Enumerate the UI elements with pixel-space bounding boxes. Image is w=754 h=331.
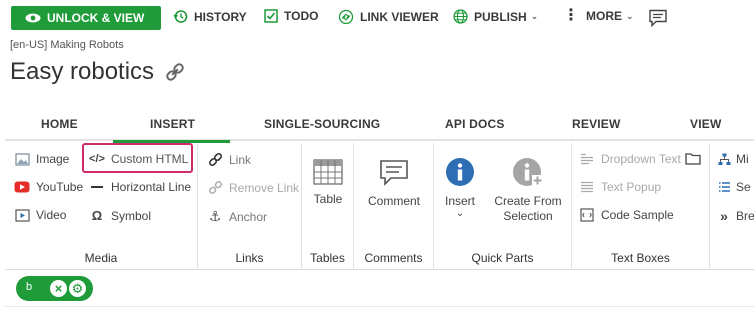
globe-icon [453, 9, 468, 24]
sitemap-icon [717, 153, 731, 166]
dropdown-text-icon [578, 153, 596, 166]
create-from-selection-button[interactable]: Create From Selection [486, 157, 570, 224]
comment-button[interactable]: Comment [354, 159, 434, 209]
chip-label: b [26, 281, 33, 293]
media-group-label: Media [84, 251, 118, 265]
media-group: Image YouTube Video </> Custom HTML Hori… [5, 143, 198, 270]
text-popup-button[interactable]: Text Popup [578, 180, 661, 194]
omega-icon: Ω [91, 208, 103, 223]
chevron-down-icon: ⌄ [530, 11, 539, 21]
video-icon [13, 208, 31, 222]
overflow-item-1[interactable]: Mi [717, 152, 749, 166]
anchor-icon: ⚓ [208, 208, 222, 224]
tab-view[interactable]: VIEW [690, 117, 721, 131]
insert-quick-part-button[interactable]: Insert ⌄ [438, 157, 482, 219]
youtube-button[interactable]: YouTube [13, 180, 83, 194]
close-icon[interactable]: × [50, 280, 67, 297]
remove-link-button[interactable]: Remove Link [206, 180, 299, 195]
gear-icon[interactable]: ⚙ [69, 280, 86, 297]
unlock-view-button[interactable]: UNLOCK & VIEW [11, 6, 161, 30]
chain-link-icon [206, 152, 224, 167]
list-icon [717, 181, 731, 193]
todo-button[interactable]: TODO [264, 9, 318, 23]
horizontal-line-icon [88, 186, 106, 188]
anchor-button[interactable]: ⚓ Anchor [206, 208, 267, 225]
youtube-icon [13, 181, 31, 193]
unlink-icon [206, 180, 224, 195]
double-chevron-right-icon: » [720, 208, 728, 224]
code-sample-icon [578, 208, 596, 222]
overflow-item-2[interactable]: Se [717, 180, 751, 194]
ribbon-tabs: HOME INSERT SINGLE-SOURCING API DOCS REV… [5, 108, 754, 143]
info-icon [446, 158, 474, 186]
tab-home[interactable]: HOME [41, 117, 78, 131]
history-icon [173, 10, 188, 23]
custom-html-button[interactable]: </> Custom HTML [88, 152, 188, 166]
link-viewer-button[interactable]: LINK VIEWER [338, 9, 439, 25]
table-icon [313, 159, 343, 185]
more-dots-icon: ⋮ [563, 7, 579, 24]
comments-group: Comment Comments [354, 143, 434, 270]
links-group: Link Remove Link ⚓ Anchor Links [198, 143, 302, 270]
tab-api-docs[interactable]: API DOCS [445, 117, 505, 131]
top-toolbar: UNLOCK & VIEW HISTORY TODO LINK VIEWER P… [0, 0, 754, 36]
tab-review[interactable]: REVIEW [572, 117, 621, 131]
image-icon [13, 152, 31, 166]
quick-parts-group-label: Quick Parts [471, 251, 534, 265]
publish-button[interactable]: PUBLISH ⌄ [453, 9, 538, 24]
table-button[interactable]: Table [302, 159, 354, 207]
comments-group-label: Comments [364, 251, 423, 265]
insert-ribbon: Image YouTube Video </> Custom HTML Hori… [5, 143, 754, 270]
video-button[interactable]: Video [13, 208, 66, 222]
image-button[interactable]: Image [13, 152, 69, 166]
chevron-down-icon: ⌄ [626, 10, 634, 21]
history-label: HISTORY [194, 9, 247, 24]
comments-panel-button[interactable] [648, 8, 674, 28]
eye-icon [25, 13, 41, 23]
overflow-item-3[interactable]: » Bre [717, 208, 754, 224]
folder-icon[interactable] [685, 152, 701, 170]
code-sample-button[interactable]: Code Sample [578, 208, 674, 222]
comment-icon [649, 9, 667, 28]
text-boxes-group: Dropdown Text Text Popup Code Sample Tex… [572, 143, 710, 270]
editor-area[interactable]: b × ⚙ [5, 271, 754, 307]
symbol-button[interactable]: Ω Symbol [88, 208, 151, 223]
page-title: Easy robotics [10, 58, 155, 85]
more-label: MORE [586, 9, 622, 23]
tab-single-sourcing[interactable]: SINGLE-SOURCING [264, 117, 380, 131]
link-viewer-label: LINK VIEWER [360, 10, 439, 24]
text-boxes-group-label: Text Boxes [611, 251, 670, 265]
element-chip[interactable]: b × ⚙ [16, 276, 93, 301]
tables-group-label: Tables [310, 251, 345, 265]
dropdown-text-button[interactable]: Dropdown Text [578, 152, 681, 166]
link-viewer-icon [338, 9, 354, 25]
todo-label: TODO [284, 9, 319, 23]
publish-label: PUBLISH [474, 9, 527, 24]
info-add-icon [513, 158, 543, 186]
links-group-label: Links [235, 251, 264, 265]
more-button[interactable]: ⋮ MORE ⌄ [563, 7, 634, 24]
tables-group: Table Tables [302, 143, 354, 270]
horizontal-line-button[interactable]: Horizontal Line [88, 180, 191, 194]
text-popup-icon [578, 181, 596, 193]
breadcrumb[interactable]: [en-US] Making Robots [10, 39, 124, 51]
overflow-group: Mi Se » Bre [710, 143, 754, 270]
page-title-row: Easy robotics [10, 58, 186, 86]
history-button[interactable]: HISTORY [173, 9, 247, 24]
link-button[interactable]: Link [206, 152, 251, 167]
comment-icon [380, 160, 408, 186]
tab-insert[interactable]: INSERT [112, 117, 231, 143]
chevron-down-icon: ⌄ [455, 208, 465, 219]
link-icon[interactable] [164, 61, 186, 83]
quick-parts-group: Insert ⌄ Create From Selection Quick Par… [434, 143, 572, 270]
unlock-view-label: UNLOCK & VIEW [47, 11, 145, 25]
code-tag-icon: </> [89, 153, 105, 165]
checkbox-icon [264, 9, 278, 23]
